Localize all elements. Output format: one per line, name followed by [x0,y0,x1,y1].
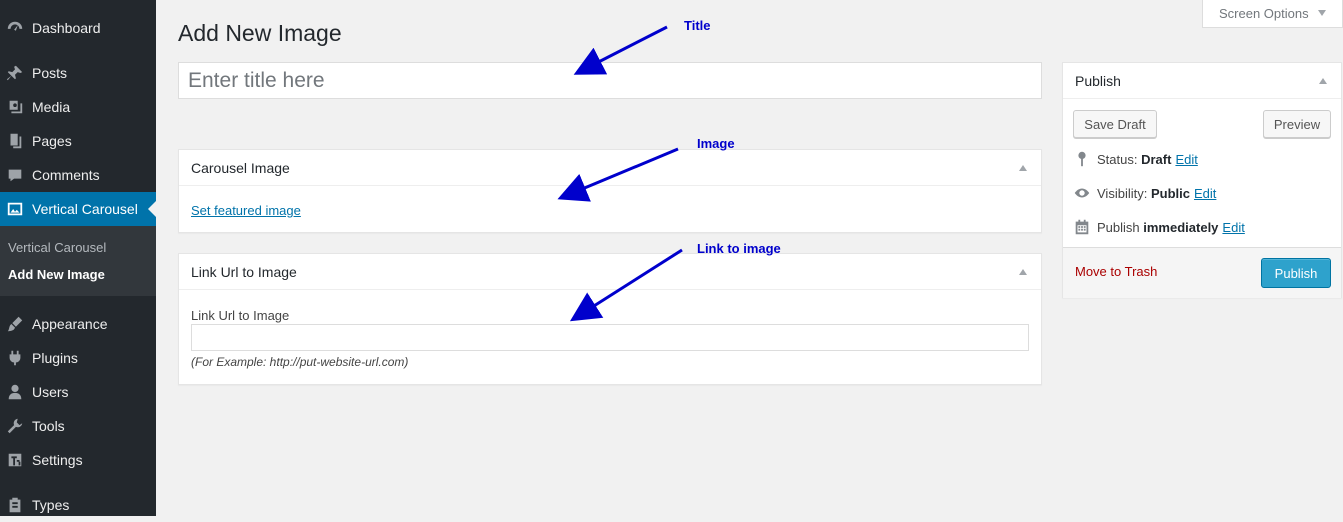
toggle-arrow-icon[interactable] [1319,78,1327,84]
pages-icon [5,131,25,151]
wrench-icon [5,416,25,436]
link-url-input[interactable] [191,324,1029,351]
status-value: Draft [1141,151,1172,167]
carousel-image-box: Carousel Image Set featured image [178,149,1042,233]
menu-label: Vertical Carousel [32,201,138,217]
annotation-image: Image [697,136,735,151]
menu-users[interactable]: Users [0,375,156,409]
pin-icon [5,63,25,83]
image-icon [5,199,25,219]
types-icon [5,495,25,515]
menu-label: Appearance [32,316,108,332]
submenu-add-new-image[interactable]: Add New Image [8,267,105,282]
submenu: Vertical Carousel Add New Image [0,226,156,296]
menu-comments[interactable]: Comments [0,158,156,192]
publish-label: Publish [1097,219,1140,235]
menu-plugins[interactable]: Plugins [0,341,156,375]
visibility-label: Visibility: [1097,185,1148,201]
menu-label: Settings [32,452,83,468]
settings-icon [5,450,25,470]
dashboard-icon [5,18,25,38]
menu-label: Posts [32,65,68,81]
screen-options-button[interactable]: Screen Options [1202,0,1343,28]
user-icon [5,382,25,402]
menu-types[interactable]: Types [0,488,156,522]
link-url-box: Link Url to Image Link Url to Image (For… [178,253,1042,385]
menu-label: Media [32,99,71,115]
current-arrow [148,201,156,217]
submenu-vertical-carousel[interactable]: Vertical Carousel [8,240,106,255]
move-to-trash-link[interactable]: Move to Trash [1075,264,1157,279]
title-input[interactable] [178,62,1042,99]
media-icon [5,97,25,117]
visibility-value: Public [1150,185,1190,201]
link-url-label: Link Url to Image [191,308,290,323]
screen-options-label: Screen Options [1219,6,1309,21]
link-url-box-header[interactable]: Link Url to Image [179,254,1041,290]
box-title: Carousel Image [191,159,290,176]
publish-button[interactable]: Publish [1261,258,1331,288]
menu-label: Pages [32,133,72,149]
menu-pages[interactable]: Pages [0,124,156,158]
menu-label: Tools [32,418,65,434]
menu-dashboard[interactable]: Dashboard [0,11,156,45]
annotation-title: Title [684,18,711,33]
menu-vertical-carousel[interactable]: Vertical Carousel [0,192,156,226]
publish-box: Publish Save Draft Preview Status: Draft… [1062,62,1342,298]
carousel-image-box-header[interactable]: Carousel Image [179,150,1041,186]
admin-sidebar: Dashboard Posts Media Pages Comments Ver… [0,0,156,516]
save-draft-button[interactable]: Save Draft [1073,110,1157,138]
menu-appearance[interactable]: Appearance [0,307,156,341]
status-label: Status: [1097,151,1138,167]
visibility-row: Visibility: Public Edit [1073,184,1216,202]
plugin-icon [5,348,25,368]
menu-label: Plugins [32,350,78,366]
publish-value: immediately [1143,219,1219,235]
menu-settings[interactable]: Settings [0,443,156,477]
menu-tools[interactable]: Tools [0,409,156,443]
publish-actions: Move to Trash Publish [1063,247,1341,298]
menu-posts[interactable]: Posts [0,56,156,90]
calendar-icon [1075,219,1089,235]
edit-visibility-link[interactable]: Edit [1194,186,1216,201]
box-title: Link Url to Image [191,263,297,280]
set-featured-image-link[interactable]: Set featured image [191,203,301,218]
publish-time-row: Publish immediately Edit [1073,218,1245,236]
brush-icon [5,314,25,334]
dropdown-arrow-icon [1317,10,1326,16]
box-title: Publish [1075,72,1121,89]
menu-label: Users [32,384,69,400]
menu-media[interactable]: Media [0,90,156,124]
toggle-arrow-icon[interactable] [1019,165,1027,171]
menu-label: Types [32,497,70,513]
link-url-hint: (For Example: http://put-website-url.com… [191,355,409,369]
pin-icon [1078,151,1086,167]
status-row: Status: Draft Edit [1073,150,1198,168]
comments-icon [5,165,25,185]
publish-box-header[interactable]: Publish [1063,63,1341,99]
edit-status-link[interactable]: Edit [1175,152,1197,167]
preview-button[interactable]: Preview [1263,110,1331,138]
page-title: Add New Image [178,20,342,46]
eye-icon [1074,188,1090,198]
menu-label: Dashboard [32,20,101,36]
menu-label: Comments [32,167,100,183]
toggle-arrow-icon[interactable] [1019,269,1027,275]
edit-publish-time-link[interactable]: Edit [1222,220,1244,235]
annotation-link: Link to image [697,241,781,256]
